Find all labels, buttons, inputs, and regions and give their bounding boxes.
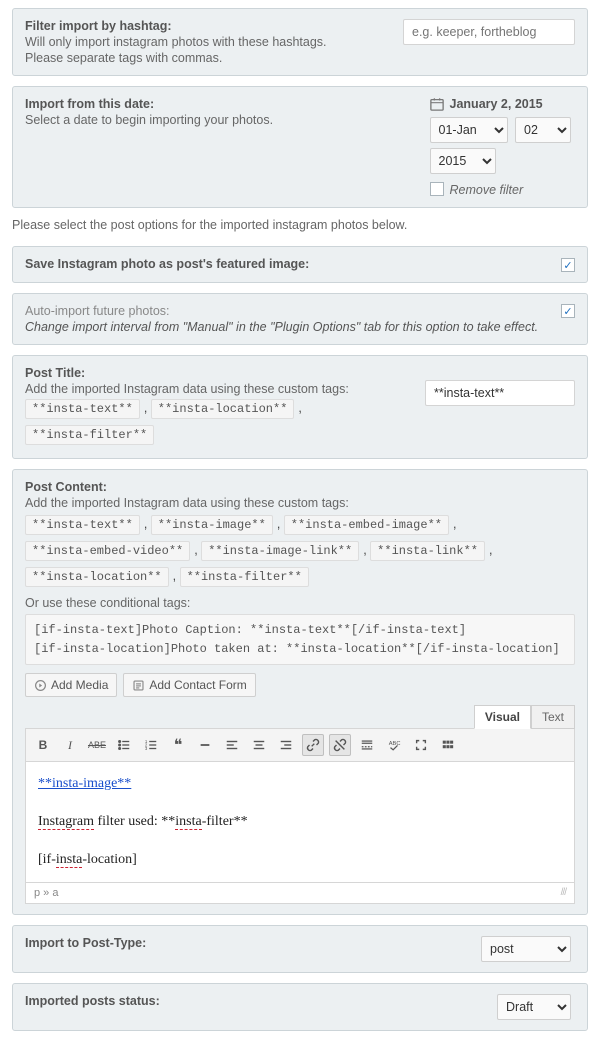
editor-word: insta [175,814,201,830]
post-content-editor[interactable]: **insta-image** Instagram filter used: *… [25,762,575,882]
auto-import-section: Auto-import future photos: Change import… [12,293,588,345]
add-contact-label: Add Contact Form [149,678,246,692]
editor-text: -location] [82,852,136,867]
filter-hashtag-title: Filter import by hashtag: [25,19,393,33]
blockquote-button[interactable]: ❝ [167,734,189,756]
tag-chip: **insta-link** [370,541,485,561]
import-date-title: Import from this date: [25,97,420,111]
form-icon [132,679,145,692]
editor-toolbar: B I ABE 123 ❝ ABC [25,728,575,762]
post-status-section: Imported posts status: Draft [12,983,588,1031]
post-title-label: Post Title: [25,366,415,380]
fullscreen-button[interactable] [410,734,432,756]
post-status-select[interactable]: Draft [497,994,571,1020]
editor-tab-text[interactable]: Text [531,705,575,729]
editor-tab-visual[interactable]: Visual [474,705,531,729]
editor-text: [if- [38,852,56,867]
filter-hashtag-hint-2: Please separate tags with commas. [25,51,393,65]
tag-chip: **insta-embed-video** [25,541,190,561]
editor-breadcrumb: p » a [34,887,58,899]
post-content-section: Post Content: Add the imported Instagram… [12,469,588,915]
auto-import-hint: Change import interval from "Manual" in … [25,320,538,334]
remove-filter-label: Remove filter [450,183,524,197]
post-title-input[interactable] [425,380,575,406]
align-center-button[interactable] [248,734,270,756]
post-type-title: Import to Post-Type: [25,936,146,950]
tag-chip: **insta-image-link** [201,541,359,561]
import-date-month-select[interactable]: 01-Jan [430,117,508,143]
svg-text:3: 3 [145,746,148,751]
import-date-hint: Select a date to begin importing your ph… [25,113,420,127]
unlink-button[interactable] [329,734,351,756]
numbered-list-button[interactable]: 123 [140,734,162,756]
editor-insta-image-link[interactable]: **insta-image** [38,776,131,791]
import-date-label: January 2, 2015 [450,97,543,111]
bold-button[interactable]: B [32,734,54,756]
spellcheck-button[interactable]: ABC [383,734,405,756]
tag-chip: **insta-location** [151,399,295,419]
tag-chip: **insta-text** [25,399,140,419]
tag-chip: **insta-embed-image** [284,515,449,535]
editor-word: insta [56,852,82,868]
tag-chip: **insta-filter** [180,567,309,587]
auto-import-title: Auto-import future photos: [25,304,551,318]
tag-chip: **insta-filter** [25,425,154,445]
post-title-hint: Add the imported Instagram data using th… [25,382,415,396]
toolbar-toggle-button[interactable] [437,734,459,756]
options-note: Please select the post options for the i… [12,218,588,232]
cond-line: [if-insta-text]Photo Caption: **insta-te… [34,621,566,640]
filter-hashtag-section: Filter import by hashtag: Will only impo… [12,8,588,76]
link-button[interactable] [302,734,324,756]
remove-filter-checkbox[interactable] [430,182,444,196]
add-contact-form-button[interactable]: Add Contact Form [123,673,255,697]
add-media-button[interactable]: Add Media [25,673,117,697]
svg-text:ABC: ABC [389,741,401,747]
conditional-tags-example: [if-insta-text]Photo Caption: **insta-te… [25,614,575,665]
tag-chip: **insta-image** [151,515,273,535]
import-date-day-select[interactable]: 02 [515,117,571,143]
editor-text: -filter** [202,814,248,829]
tag-chip: **insta-location** [25,567,169,587]
align-right-button[interactable] [275,734,297,756]
resize-handle-icon[interactable]: /// [561,887,566,898]
tag-chip: **insta-text** [25,515,140,535]
filter-hashtag-hint-1: Will only import instagram photos with t… [25,35,393,49]
post-status-title: Imported posts status: [25,994,160,1008]
post-content-cond-hint: Or use these conditional tags: [25,596,575,610]
import-date-section: Import from this date: Select a date to … [12,86,588,208]
add-media-label: Add Media [51,678,108,692]
filter-hashtag-input[interactable] [403,19,575,45]
editor-word: Instagram [38,814,94,830]
media-icon [34,679,47,692]
align-left-button[interactable] [221,734,243,756]
featured-image-title: Save Instagram photo as post's featured … [25,257,309,271]
post-type-section: Import to Post-Type: post [12,925,588,973]
auto-import-checkbox[interactable] [561,304,575,318]
insert-more-button[interactable] [356,734,378,756]
calendar-icon [430,97,444,111]
bullet-list-button[interactable] [113,734,135,756]
post-title-section: Post Title: Add the imported Instagram d… [12,355,588,459]
cond-line: [if-insta-location]Photo taken at: **ins… [34,640,566,659]
post-content-hint: Add the imported Instagram data using th… [25,496,575,510]
strike-button[interactable]: ABE [86,734,108,756]
import-date-year-select[interactable]: 2015 [430,148,496,174]
featured-image-section: Save Instagram photo as post's featured … [12,246,588,283]
featured-image-checkbox[interactable] [561,258,575,272]
post-content-label: Post Content: [25,480,575,494]
editor-statusbar: p » a /// [25,883,575,904]
post-type-select[interactable]: post [481,936,571,962]
editor-text: filter used: ** [94,814,175,829]
italic-button[interactable]: I [59,734,81,756]
hr-button[interactable] [194,734,216,756]
